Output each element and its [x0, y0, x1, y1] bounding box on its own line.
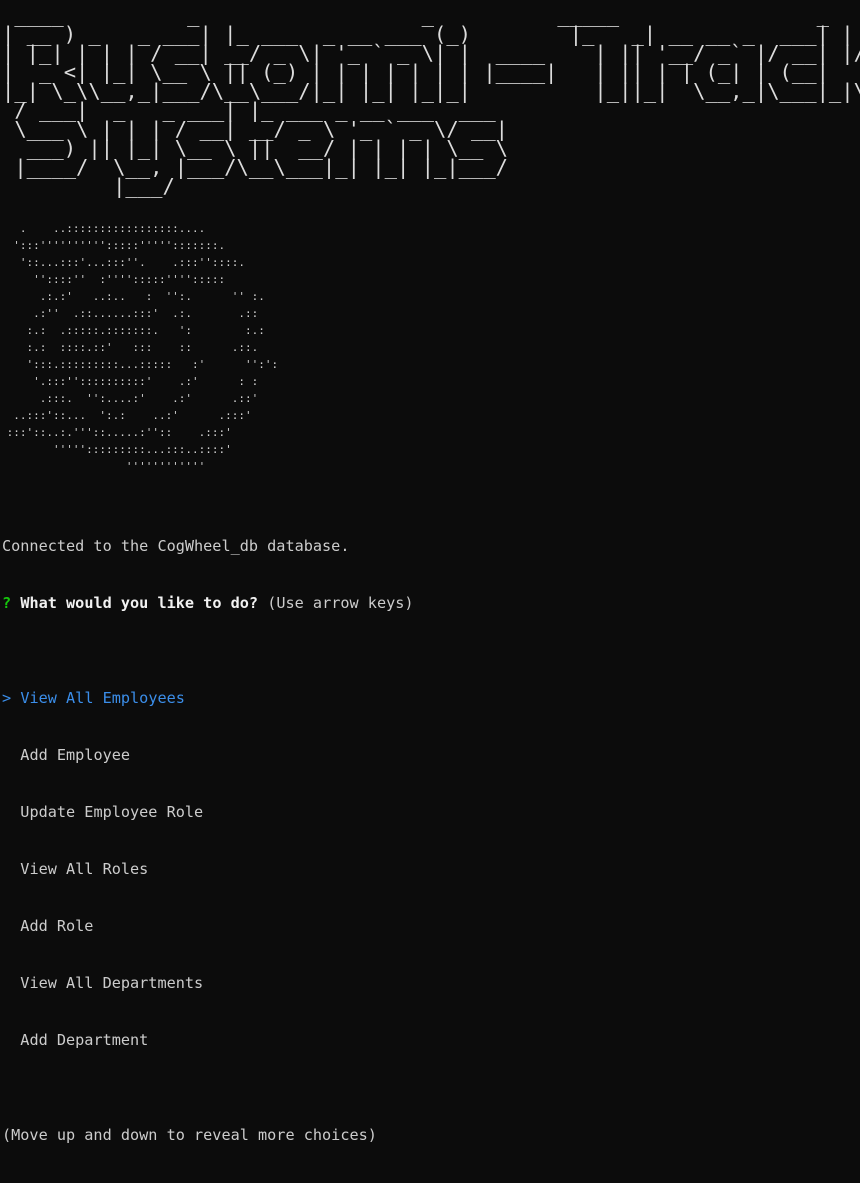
menu-choice-add-role[interactable]: Add Role — [2, 917, 414, 936]
scroll-hint: (Move up and down to reveal more choices… — [2, 1126, 377, 1144]
menu-choice-view-all-roles[interactable]: View All Roles — [2, 860, 414, 879]
logo-line: ''''':::::::::...:::..::::' — [0, 443, 232, 456]
choice-label: Add Role — [20, 917, 94, 935]
terminal-window[interactable]: ____ _ _ _____ _ | __ ) _ _ ___| |_ ___ _… — [0, 0, 860, 1144]
choice-label: Add Employee — [20, 746, 131, 764]
logo-line: :.: ::::.::' ::: :: .::. — [0, 341, 259, 354]
menu-choice-add-employee[interactable]: Add Employee — [2, 746, 414, 765]
banner-line: |___/ — [2, 174, 175, 198]
logo-line: ':::'''''''''':::::''''':::::::. — [0, 239, 226, 252]
choice-list: > View All Employees Add Employee Update… — [2, 651, 414, 1088]
logo-line: .:::. '':....:' .:' .::' — [0, 392, 259, 405]
pointer-icon: > — [2, 689, 12, 707]
question-mark-icon: ? — [2, 594, 12, 612]
menu-choice-update-employee-role[interactable]: Update Employee Role — [2, 803, 414, 822]
choice-label: Add Department — [20, 1031, 149, 1049]
choice-label: View All Employees — [20, 689, 185, 707]
logo-line: :::'::..:.'''::.....:'':: .:::' — [0, 426, 232, 439]
ascii-banner: ____ _ _ _____ _ | __ ) _ _ ___| |_ ___ _… — [2, 5, 860, 198]
menu-choice-view-all-employees[interactable]: > View All Employees — [2, 689, 414, 708]
prompt-line: ? What would you like to do? (Use arrow … — [2, 594, 414, 613]
logo-line: ':::.:::::::::...::::: :' '':': — [0, 358, 279, 371]
logo-line: '''''''''''' — [0, 460, 212, 473]
terminal-output: Connected to the CogWheel_db database. ?… — [2, 499, 414, 1183]
logo-line: '.:::''::::::::::' .:' : : — [0, 375, 259, 388]
logo-line: .:'' .::......:::' .:. .:: — [0, 307, 259, 320]
logo-line: .:.:' ..:.. : '':. '' :. — [0, 290, 265, 303]
menu-choice-add-department[interactable]: Add Department — [2, 1031, 414, 1050]
prompt-question: What would you like to do? — [20, 594, 259, 612]
cogwheel-ascii-logo: . ..:::::::::::::::::.... ':::''''''''''… — [0, 220, 279, 475]
logo-line: . ..:::::::::::::::::.... — [0, 222, 206, 235]
logo-line: :.: .:::::.:::::::. ': :.: — [0, 324, 265, 337]
logo-line: ..:::'::... ':.: ..:' .:::' — [0, 409, 252, 422]
choice-label: View All Roles — [20, 860, 149, 878]
choice-label: Update Employee Role — [20, 803, 204, 821]
logo-line: ''::::'' :'''':::::''''::::: — [0, 273, 226, 286]
logo-line: '::...:::'...:::''. .:::''::::. — [0, 256, 246, 269]
menu-choice-view-all-departments[interactable]: View All Departments — [2, 974, 414, 993]
prompt-hint: (Use arrow keys) — [267, 594, 414, 612]
connection-status: Connected to the CogWheel_db database. — [2, 537, 350, 555]
choice-label: View All Departments — [20, 974, 204, 992]
